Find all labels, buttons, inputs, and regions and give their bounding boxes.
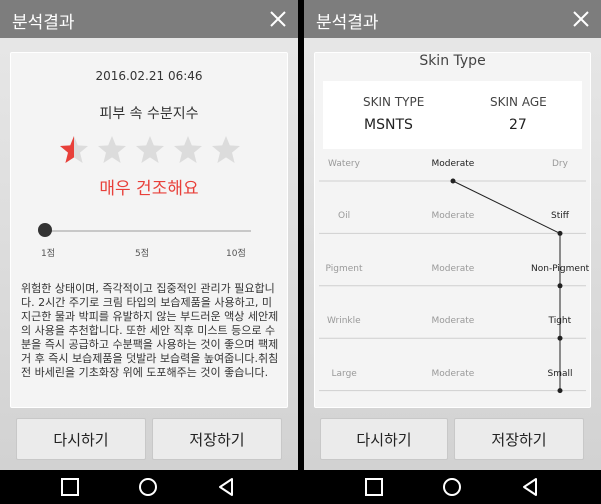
star-icon (212, 136, 240, 163)
graph-point (557, 230, 563, 236)
graph-point (450, 178, 456, 184)
graph-label-mid: Moderate (431, 211, 475, 222)
title-bar: 분석결과 (0, 0, 298, 38)
skin-type-graph: Watery Moderate Dry Oil Moderate Stiff Pigment… (315, 153, 590, 407)
home-icon[interactable] (442, 477, 462, 497)
graph-point (557, 283, 563, 289)
slider-tick-mid: 5점 (135, 249, 150, 259)
score-slider-knob[interactable] (38, 223, 52, 237)
close-icon[interactable] (270, 11, 286, 27)
score-slider-track[interactable] (45, 230, 251, 232)
save-button[interactable]: 저장하기 (454, 418, 584, 460)
skin-summary-box: SKIN TYPE MSNTS SKIN AGE 27 (323, 81, 582, 149)
advice-text: 위험한 상태이며, 즉각적이고 집중적인 관리가 필요합니다. 2시간 주기로 … (21, 282, 279, 379)
skin-type-label: SKIN TYPE (363, 95, 425, 109)
right-screen: 분석결과 Skin Type SKIN TYPE MSNTS SKIN AGE … (304, 0, 601, 470)
graph-label-mid: Moderate (431, 368, 475, 379)
graph-label-mid: Moderate (431, 159, 475, 169)
retry-button[interactable]: 다시하기 (320, 418, 448, 460)
measurement-date: 2016.02.21 06:46 (95, 69, 203, 83)
status-text: 매우 건조해요 (99, 179, 199, 199)
close-icon[interactable] (573, 11, 589, 27)
recent-apps-icon[interactable] (60, 477, 80, 497)
skin-type-value: MSNTS (364, 117, 413, 133)
title-bar: 분석결과 (304, 0, 601, 38)
graph-label-left: Oil (338, 211, 351, 222)
left-screen: 분석결과 2016.02.21 06:46 피부 속 수분지수 매우 건조해요 … (0, 0, 298, 470)
star-icon (60, 136, 88, 163)
back-icon[interactable] (520, 477, 540, 497)
graph-label-left: Watery (328, 159, 360, 169)
back-icon[interactable] (216, 477, 236, 497)
skin-age-value: 27 (509, 117, 527, 133)
screen-title: 분석결과 (12, 13, 75, 33)
retry-button[interactable]: 다시하기 (16, 418, 146, 460)
skin-age-label: SKIN AGE (490, 95, 547, 109)
graph-label-left: Pigment (325, 263, 363, 274)
graph-label-left: Wrinkle (327, 316, 361, 327)
metric-title: 피부 속 수분지수 (99, 106, 199, 122)
graph-label-right: Dry (552, 159, 568, 169)
graph-label-right: Tight (548, 316, 572, 327)
graph-label-right: Small (547, 368, 573, 379)
slider-tick-max: 10점 (226, 249, 246, 259)
star-icon (136, 136, 164, 163)
slider-tick-min: 1점 (41, 249, 56, 259)
graph-point (557, 335, 563, 341)
home-icon[interactable] (138, 477, 158, 497)
star-icon (98, 136, 126, 163)
graph-label-mid: Moderate (431, 263, 475, 274)
screen-title: 분석결과 (316, 13, 379, 33)
graph-label-right: Non-Pigment (531, 263, 590, 274)
save-button[interactable]: 저장하기 (152, 418, 282, 460)
star-icon (174, 136, 202, 163)
graph-label-mid: Moderate (431, 316, 475, 327)
system-nav-bar (0, 470, 601, 504)
graph-label-right: Stiff (551, 211, 569, 222)
graph-point (557, 388, 563, 394)
skin-type-heading: Skin Type (419, 53, 486, 69)
result-card: 2016.02.21 06:46 피부 속 수분지수 매우 건조해요 1점 5점… (10, 52, 288, 408)
graph-label-left: Large (331, 368, 357, 379)
recent-apps-icon[interactable] (364, 477, 384, 497)
skin-type-card: Skin Type SKIN TYPE MSNTS SKIN AGE 27 Wa… (314, 52, 591, 408)
